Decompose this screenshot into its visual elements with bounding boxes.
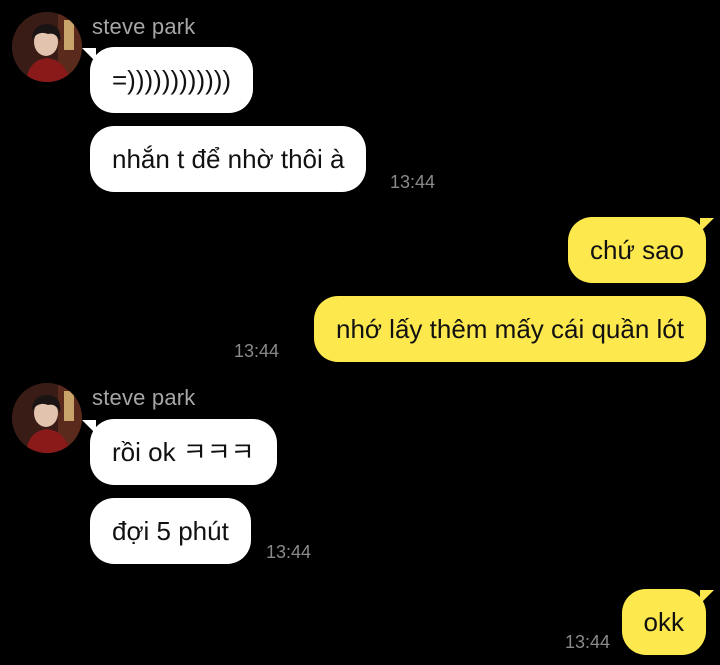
avatar-photo: [12, 12, 82, 82]
outgoing-bubble-tail: [700, 590, 714, 604]
message-timestamp: 13:44: [234, 341, 280, 361]
message-bubble-incoming[interactable]: đợi 5 phút: [90, 498, 251, 564]
message-bubble-outgoing[interactable]: nhớ lấy thêm mấy cái quần lót: [313, 296, 706, 362]
message-bubble-outgoing[interactable]: okk: [621, 589, 706, 655]
avatar-photo: [12, 383, 82, 453]
message-bubble-incoming[interactable]: rồi ok ㅋㅋㅋ: [90, 419, 277, 485]
sender-name: steve park: [92, 14, 196, 39]
avatar[interactable]: [12, 383, 82, 453]
outgoing-bubble-tail: [700, 218, 714, 232]
message-bubble-outgoing[interactable]: chứ sao: [567, 217, 706, 283]
message-bubble-incoming[interactable]: nhắn t để nhờ thôi à: [90, 126, 367, 192]
message-timestamp: 13:44: [266, 542, 312, 562]
message-timestamp: 13:44: [390, 172, 436, 192]
message-timestamp: 13:44: [565, 632, 611, 652]
avatar[interactable]: [12, 12, 82, 82]
sender-name: steve park: [92, 385, 196, 410]
message-bubble-incoming[interactable]: =)))))))))))): [90, 47, 254, 113]
